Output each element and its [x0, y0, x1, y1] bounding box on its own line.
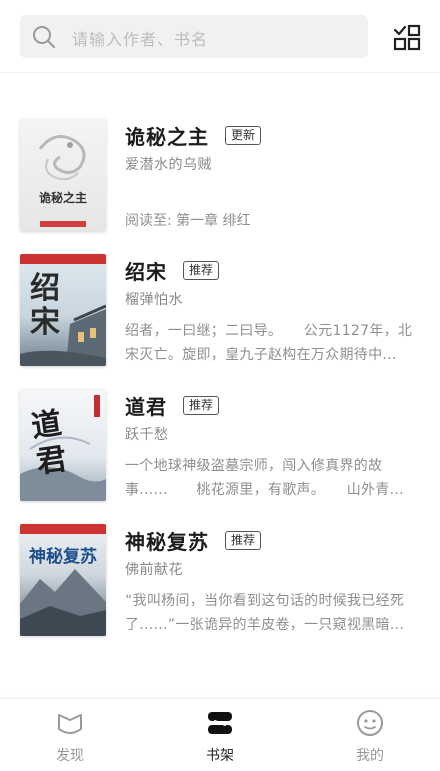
bottom-tab-bar: 发现 书架 我的	[0, 698, 440, 771]
book-author: 佛前献花	[125, 562, 183, 578]
recommend-badge: 推荐	[183, 395, 220, 415]
book-author: 跃千愁	[125, 427, 169, 443]
book-item[interactable]: 神秘复苏 神秘复苏 推荐 佛前献花 “我叫杨间，当你看到这句话的时候我已经死了.…	[0, 524, 440, 640]
cover-title: 绍宋	[30, 271, 60, 340]
book-info: 神秘复苏 推荐 佛前献花 “我叫杨间，当你看到这句话的时候我已经死了......…	[125, 524, 420, 637]
book-cover[interactable]: 神秘复苏	[20, 524, 106, 636]
search-placeholder: 请输入作者、书名	[72, 30, 209, 49]
update-badge: 更新	[225, 125, 262, 145]
tab-mine[interactable]: 我的	[320, 699, 420, 771]
bookshelf-icon	[208, 712, 232, 734]
cover-title: 神秘复苏	[29, 547, 97, 567]
book-item[interactable]: 诡秘之主 诡秘之主 更新 爱潜水的乌贼 阅读至: 第一章 绯红	[0, 119, 440, 235]
book-cover[interactable]: 道君	[20, 389, 106, 501]
search-icon	[33, 26, 55, 48]
book-title[interactable]: 神秘复苏	[125, 526, 209, 555]
book-author: 爱潜水的乌贼	[125, 157, 212, 173]
dragon-cover-art	[38, 135, 86, 227]
header: 请输入作者、书名	[0, 0, 440, 72]
tab-label: 发现	[56, 748, 84, 764]
book-title[interactable]: 诡秘之主	[125, 121, 209, 150]
tab-label: 我的	[356, 748, 384, 764]
recommend-badge: 推荐	[225, 530, 262, 550]
book-info: 道君 推荐 跃千愁 一个地球神级盗墓宗师，闯入修真界的故事...... 桃花源里…	[125, 389, 420, 502]
recommend-badge: 推荐	[183, 260, 220, 280]
book-info: 诡秘之主 更新 爱潜水的乌贼 阅读至: 第一章 绯红	[125, 119, 420, 230]
tab-label: 书架	[206, 748, 234, 764]
book-description: 绍者，一曰继；二曰导。 公元1127年，北宋灭亡。旋即，皇九子赵构在万众期待中.…	[125, 323, 413, 363]
header-divider	[0, 72, 440, 73]
book-item[interactable]: 绍宋 绍宋 推荐 榴弹怕水 绍者，一曰继；二曰导。 公元1127年，北宋灭亡。旋…	[0, 254, 440, 370]
reading-progress: 阅读至: 第一章 绯红	[125, 213, 251, 229]
book-cover[interactable]: 诡秘之主	[20, 119, 106, 231]
tab-bookshelf[interactable]: 书架	[170, 699, 270, 771]
book-item[interactable]: 道君 道君 推荐 跃千愁 一个地球神级盗墓宗师，闯入修真界的故事...... 桃…	[0, 389, 440, 505]
book-description: “我叫杨间，当你看到这句话的时候我已经死了......”一张诡异的羊皮卷，一只窥…	[125, 593, 405, 633]
book-author: 榴弹怕水	[125, 292, 183, 308]
book-info: 绍宋 推荐 榴弹怕水 绍者，一曰继；二曰导。 公元1127年，北宋灭亡。旋即，皇…	[125, 254, 420, 367]
discover-icon	[58, 714, 82, 734]
mountain-cover-art	[20, 524, 106, 636]
search-bar[interactable]: 请输入作者、书名	[20, 15, 368, 58]
book-title[interactable]: 道君	[125, 391, 167, 420]
cover-title: 诡秘之主	[38, 191, 87, 205]
book-title[interactable]: 绍宋	[125, 256, 167, 285]
tab-discover[interactable]: 发现	[20, 699, 120, 771]
book-description: 一个地球神级盗墓宗师，闯入修真界的故事...... 桃花源里，有歌声。 山外青.…	[125, 458, 404, 498]
layout-toggle-icon[interactable]	[393, 24, 421, 52]
book-cover[interactable]: 绍宋	[20, 254, 106, 366]
smiley-icon	[357, 710, 383, 736]
